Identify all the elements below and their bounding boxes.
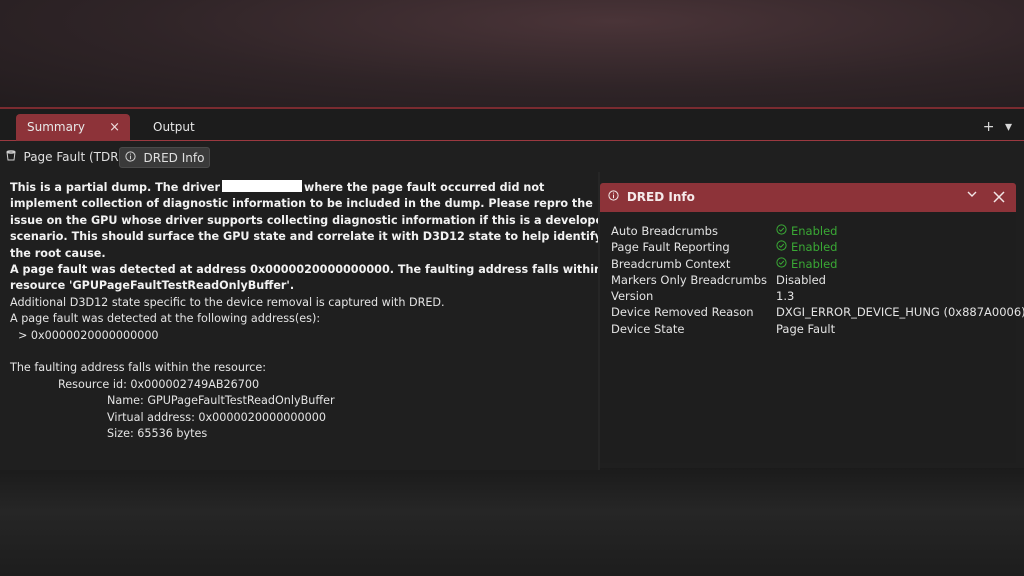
close-icon[interactable] (992, 186, 1006, 208)
subtab-dred-info[interactable]: DRED Info (119, 147, 211, 168)
summary-line: implement collection of diagnostic infor… (10, 197, 593, 211)
summary-text: where the page fault occurred did not (303, 181, 545, 194)
property-value-text: Enabled (791, 240, 838, 255)
fault-address: > 0x0000020000000000 (18, 328, 159, 342)
property-value: DXGI_ERROR_DEVICE_HUNG (0x887A0006) (776, 305, 1024, 320)
property-value: 1.3 (776, 289, 795, 304)
redacted-block (221, 180, 302, 192)
check-circle-icon (776, 240, 787, 254)
info-icon (608, 190, 623, 204)
dred-info-title: DRED Info (608, 190, 695, 204)
property-value: Enabled (776, 239, 837, 255)
plus-icon[interactable]: + (983, 119, 995, 135)
resource-virtual-address: Virtual address: 0x0000020000000000 (107, 410, 327, 424)
bucket-icon (6, 150, 20, 164)
tab-output[interactable]: Output (153, 114, 213, 141)
info-icon (125, 151, 140, 165)
summary-text: This is a partial dump. The driver (10, 181, 220, 194)
property-row: Breadcrumb Context Enabled (611, 256, 1011, 272)
property-key: Device State (611, 321, 685, 336)
summary-line: This is a partial dump. The driver where … (10, 180, 588, 196)
subtab-page-fault[interactable]: Page Fault (TDR) (6, 147, 123, 168)
summary-line: scenario. This should surface the GPU st… (10, 230, 602, 244)
sub-tab-bar: Page Fault (TDR) DRED Info (0, 142, 1024, 172)
tab-summary-label: Summary (27, 120, 85, 134)
background-blur-top (0, 0, 1024, 107)
property-key: Version (611, 289, 654, 304)
tab-actions: + ▾ (977, 119, 1012, 135)
property-key: Markers Only Breadcrumbs (611, 272, 768, 287)
property-value: Disabled (776, 272, 826, 287)
chevron-down-icon[interactable]: ▾ (1005, 119, 1012, 135)
property-row: Markers Only Breadcrumbs Disabled (611, 272, 1011, 288)
tab-bar: Summary × Output + ▾ (0, 109, 1024, 141)
property-key: Device Removed Reason (611, 305, 754, 320)
close-icon[interactable]: × (109, 114, 120, 141)
background-blur-bottom (0, 468, 1024, 576)
subtab-page-fault-label: Page Fault (TDR) (23, 150, 124, 164)
dred-info-panel: DRED Info Auto Breadcrumbs Enabled Page … (600, 183, 1024, 463)
property-row: Version 1.3 (611, 288, 1011, 304)
check-circle-icon (776, 224, 787, 238)
subtab-dred-info-label: DRED Info (143, 151, 205, 165)
resource-name: Name: GPUPageFaultTestReadOnlyBuffer (107, 394, 335, 408)
property-row: Auto Breadcrumbs Enabled (611, 223, 1011, 239)
property-row: Device Removed Reason DXGI_ERROR_DEVICE_… (611, 304, 1024, 320)
chevron-down-icon[interactable] (966, 188, 978, 204)
summary-line: The faulting address falls within the re… (10, 361, 267, 375)
tab-summary[interactable]: Summary × (16, 114, 130, 141)
resource-size: Size: 65536 bytes (107, 427, 208, 441)
tab-output-label: Output (153, 120, 195, 134)
summary-line: resource 'GPUPageFaultTestReadOnlyBuffer… (10, 279, 295, 293)
property-key: Page Fault Reporting (611, 240, 730, 255)
summary-line: A page fault was detected at the followi… (10, 312, 321, 326)
summary-line: issue on the GPU whose driver supports c… (10, 213, 609, 227)
dred-info-header: DRED Info (600, 183, 1016, 212)
property-key: Auto Breadcrumbs (611, 224, 718, 238)
property-value-text: Enabled (791, 256, 838, 271)
resource-id: Resource id: 0x000002749AB26700 (58, 377, 260, 391)
property-value-text: Enabled (791, 224, 838, 238)
app-window: Summary × Output + ▾ Page Fault (TDR) DR… (0, 107, 1024, 470)
summary-line: the root cause. (10, 246, 106, 260)
property-value: Page Fault (776, 321, 836, 336)
summary-content: This is a partial dump. The driver where … (0, 172, 609, 470)
summary-line: Additional D3D12 state specific to the d… (10, 295, 445, 309)
property-key: Breadcrumb Context (611, 256, 731, 271)
property-value: Enabled (776, 256, 837, 272)
dred-properties: Auto Breadcrumbs Enabled Page Fault Repo… (611, 223, 1024, 337)
dred-info-title-label: DRED Info (626, 190, 695, 204)
check-circle-icon (776, 256, 787, 271)
property-row: Device State Page Fault (611, 321, 1011, 337)
property-row: Page Fault Reporting Enabled (611, 239, 1011, 255)
summary-line: A page fault was detected at address 0x0… (10, 263, 603, 277)
property-value: Enabled (776, 223, 837, 239)
